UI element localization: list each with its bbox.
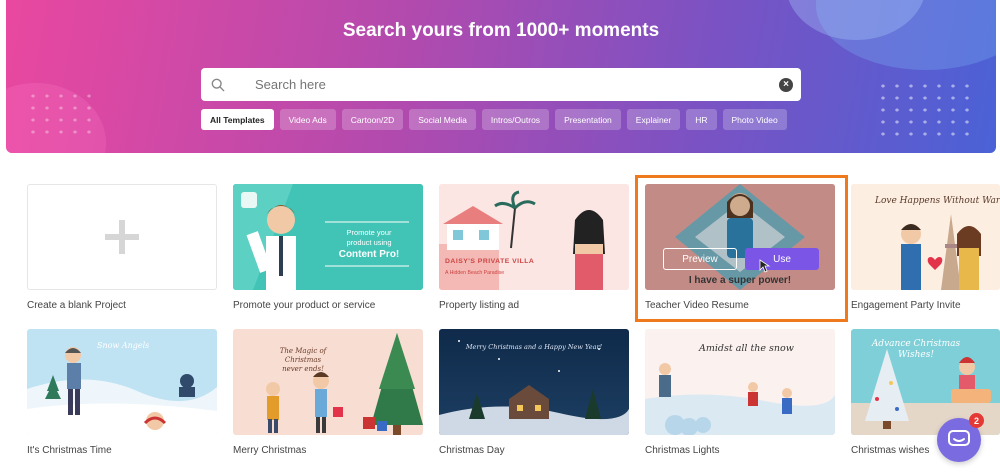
template-card-property[interactable]: DAISY'S PRIVATE VILLA A Hidden Beach Par… — [439, 184, 629, 311]
thumb-text: The Magic of Christmas — [279, 347, 327, 364]
template-thumb[interactable]: Merry Christmas and a Happy New Year! — [439, 329, 629, 435]
chat-unread-badge: 2 — [969, 413, 984, 428]
selected-template-highlight — [635, 175, 848, 322]
template-card-blank[interactable]: Create a blank Project — [27, 184, 217, 311]
hero-title: Search yours from 1000+ moments — [342, 20, 660, 41]
search-icon — [211, 78, 225, 91]
chat-icon — [948, 430, 970, 446]
template-title: Engagement Party Invite — [851, 300, 961, 311]
thumb-text: Love Happens Without War — [875, 196, 1000, 206]
template-card-promote[interactable]: Promote your product using Content Pro! … — [233, 184, 423, 311]
template-title: Christmas Day — [439, 445, 505, 456]
thumb-text: A Hidden Beach Paradise — [445, 270, 505, 276]
search-bar[interactable]: × — [201, 68, 801, 101]
template-title: Property listing ad — [439, 300, 520, 311]
filter-hr[interactable]: HR — [686, 109, 717, 130]
template-thumb[interactable]: Promote your product using Content Pro! — [233, 184, 423, 290]
thumb-text: Amidst all the snow — [699, 343, 794, 354]
search-input[interactable] — [255, 77, 779, 92]
category-filters: All Templates Video Ads Cartoon/2D Socia… — [201, 109, 787, 130]
thumb-text: Content Pro! — [338, 249, 400, 260]
thumb-text: product using — [346, 238, 392, 247]
template-card-merry-christmas[interactable]: The Magic of Christmas never ends! Merry… — [233, 329, 423, 456]
filter-video-ads[interactable]: Video Ads — [279, 109, 336, 130]
filter-intros-outros[interactable]: Intros/Outros — [481, 109, 550, 130]
template-title: It's Christmas Time — [27, 445, 112, 456]
filter-social-media[interactable]: Social Media — [409, 109, 476, 130]
template-title: Merry Christmas — [233, 445, 307, 456]
template-thumb[interactable]: Amidst all the snow — [645, 329, 835, 435]
thumb-text: never ends! — [282, 365, 324, 373]
plus-icon — [105, 220, 139, 254]
filter-photo-video[interactable]: Photo Video — [722, 109, 787, 130]
template-title: Create a blank Project — [27, 300, 126, 311]
filter-cartoon-2d[interactable]: Cartoon/2D — [341, 109, 404, 130]
filter-all-templates[interactable]: All Templates — [201, 109, 274, 130]
thumb-text: Advance Christmas — [871, 339, 961, 349]
template-card-christmas-lights[interactable]: Amidst all the snow Christmas Lights — [645, 329, 835, 456]
page: Search yours from 1000+ moments × All Te… — [0, 0, 1000, 473]
template-card-christmas-time[interactable]: Snow Angels It's Christmas Time — [27, 329, 217, 456]
thumb-text: Promote your — [346, 228, 392, 237]
template-title: Christmas Lights — [645, 445, 720, 456]
hero-banner: Search yours from 1000+ moments × All Te… — [6, 0, 996, 153]
filter-presentation[interactable]: Presentation — [555, 109, 621, 130]
thumb-text: DAISY'S PRIVATE VILLA — [445, 258, 535, 265]
template-thumb[interactable]: The Magic of Christmas never ends! — [233, 329, 423, 435]
thumb-text: Merry Christmas and a Happy New Year! — [465, 343, 603, 351]
template-card-engagement[interactable]: Love Happens Without War Engagement Part… — [851, 184, 1000, 311]
template-thumb[interactable]: Snow Angels — [27, 329, 217, 435]
thumb-text: Snow Angels — [97, 341, 150, 350]
template-thumb[interactable]: DAISY'S PRIVATE VILLA A Hidden Beach Par… — [439, 184, 629, 290]
template-title: Promote your product or service — [233, 300, 376, 311]
filter-explainer[interactable]: Explainer — [626, 109, 681, 130]
template-card-christmas-day[interactable]: Merry Christmas and a Happy New Year! Ch… — [439, 329, 629, 456]
clear-search-icon[interactable]: × — [779, 77, 793, 92]
merry-christmas-illustration — [233, 329, 423, 435]
thumb-text: Wishes! — [898, 350, 934, 360]
template-thumb[interactable]: Love Happens Without War — [851, 184, 1000, 290]
blank-project-thumb[interactable] — [27, 184, 217, 290]
